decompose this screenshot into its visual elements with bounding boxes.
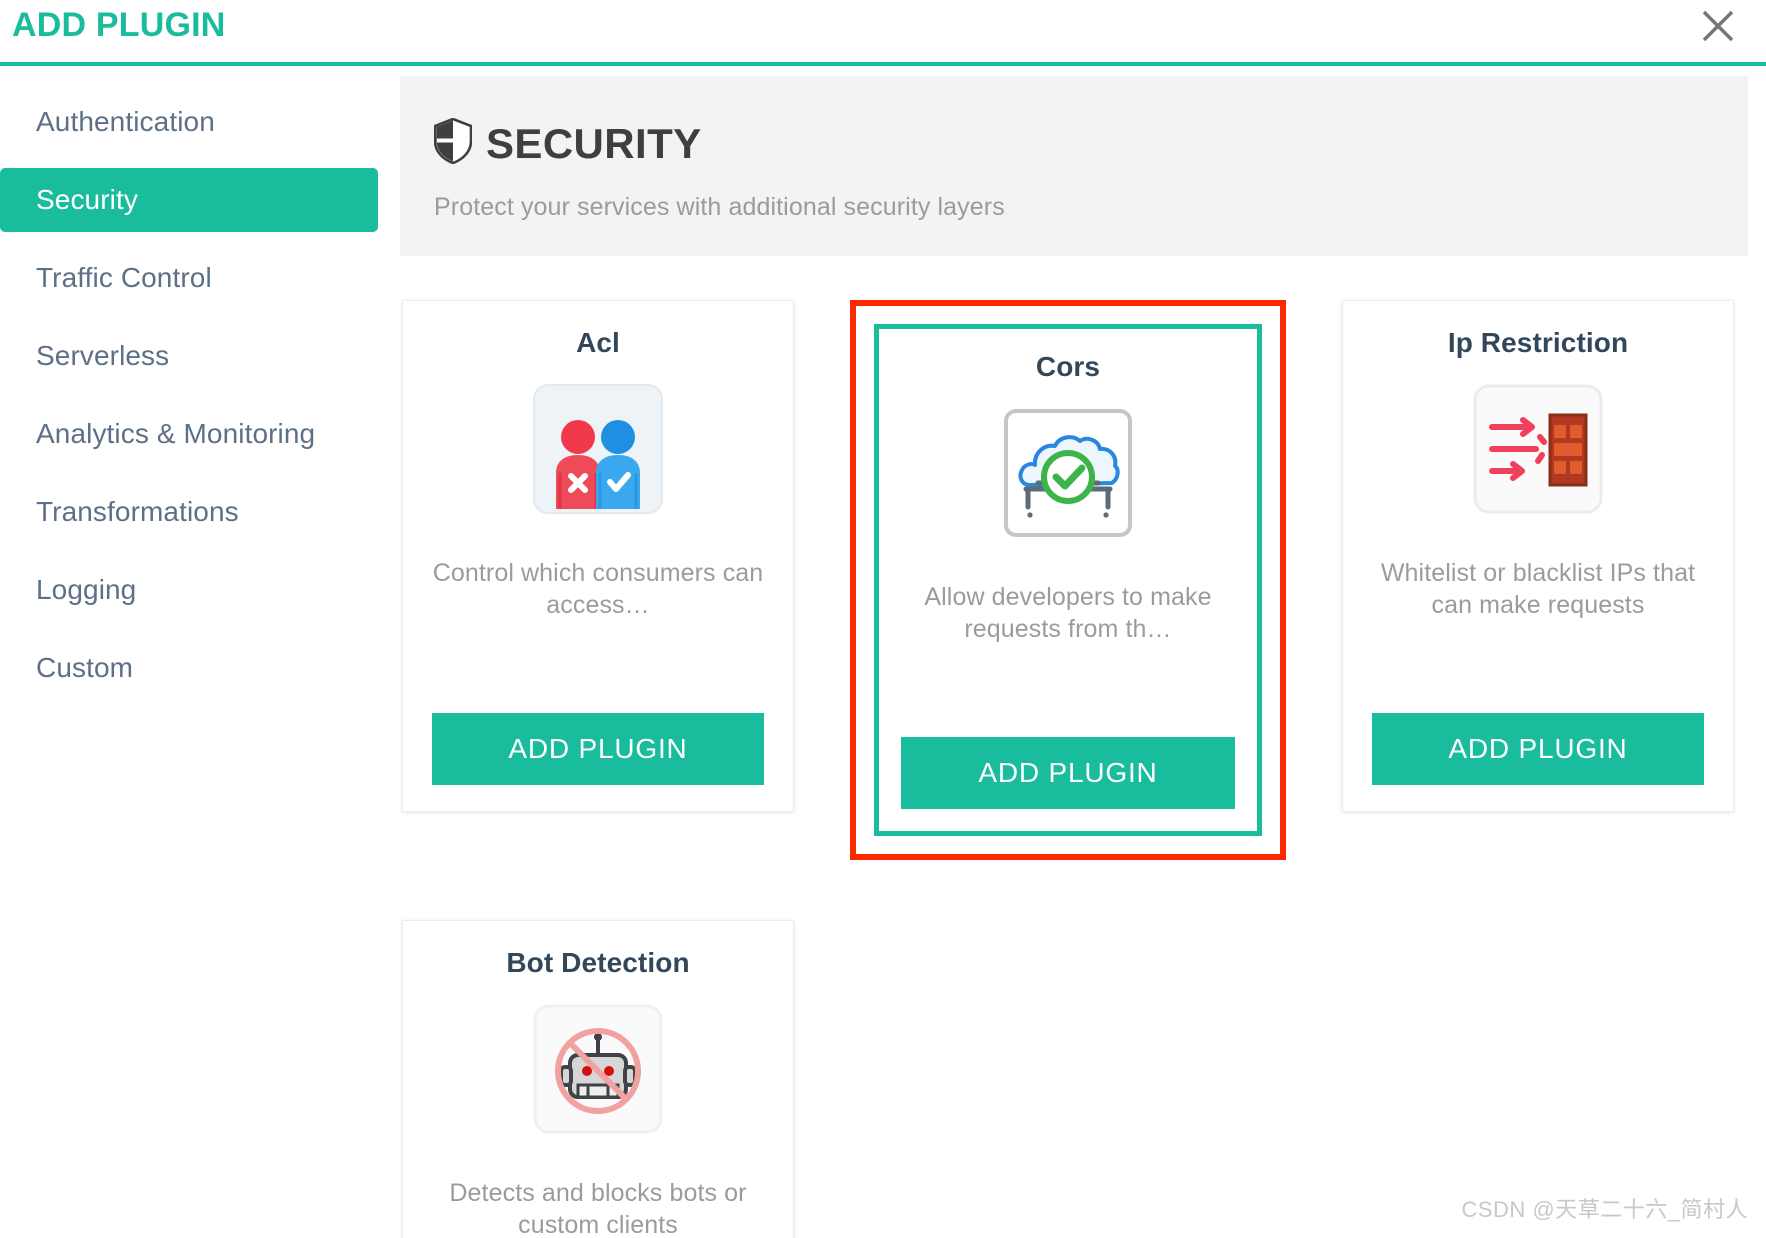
watermark: CSDN @天草二十六_简村人 <box>1461 1197 1748 1222</box>
plugin-card-title: Acl <box>576 327 620 358</box>
sidebar-item-label: Authentication <box>36 106 215 137</box>
category-sidebar: Authentication Security Traffic Control … <box>0 66 400 1238</box>
sidebar-item-label: Transformations <box>36 496 239 527</box>
page-title: ADD PLUGIN <box>12 6 226 44</box>
plugin-card-cors[interactable]: Cors Allow developers to make requests f… <box>874 324 1262 836</box>
plugin-card-slot-acl: Acl Control which consumers can access… … <box>402 300 794 860</box>
plugin-card-ip-restriction[interactable]: Ip Restriction Whitelist or blacklist IP… <box>1342 300 1734 812</box>
close-icon <box>1701 9 1735 43</box>
plugin-card-title: Bot Detection <box>506 947 690 978</box>
section-banner: SECURITY Protect your services with addi… <box>400 76 1748 256</box>
plugin-card-slot-ip-restriction: Ip Restriction Whitelist or blacklist IP… <box>1342 300 1734 860</box>
plugin-card-slot-cors-highlighted: Cors Allow developers to make requests f… <box>850 300 1286 860</box>
plugin-card-description: Control which consumers can access… <box>432 559 764 619</box>
plugin-card-description: Detects and blocks bots or custom client… <box>449 1179 747 1238</box>
cloud-check-icon <box>998 403 1138 543</box>
add-plugin-button-cors[interactable]: ADD PLUGIN <box>901 737 1235 809</box>
sidebar-item-label: Serverless <box>36 340 170 371</box>
sidebar-item-transformations[interactable]: Transformations <box>0 480 378 544</box>
sidebar-item-label: Custom <box>36 652 134 683</box>
close-button[interactable] <box>1692 0 1744 52</box>
sidebar-item-security[interactable]: Security <box>0 168 378 232</box>
banner-title: SECURITY <box>486 119 702 167</box>
banner-title-row: SECURITY <box>433 117 1748 169</box>
sidebar-item-analytics-monitoring[interactable]: Analytics & Monitoring <box>0 402 378 466</box>
plugin-card-bot-detection[interactable]: Bot Detection Detects and blocks bots or… <box>402 920 794 1238</box>
plugin-card-grid: Acl Control which consumers can access… … <box>400 300 1748 1238</box>
plugin-card-title: Ip Restriction <box>1447 327 1629 358</box>
modal-header: ADD PLUGIN <box>0 0 1766 66</box>
plugin-card-title: Cors <box>1035 351 1101 382</box>
sidebar-item-label: Analytics & Monitoring <box>36 418 316 449</box>
sidebar-item-authentication[interactable]: Authentication <box>0 90 378 154</box>
sidebar-item-logging[interactable]: Logging <box>0 558 378 622</box>
robot-blocked-icon <box>528 999 668 1139</box>
plugin-card-acl[interactable]: Acl Control which consumers can access… … <box>402 300 794 812</box>
add-plugin-button-ip-restriction[interactable]: ADD PLUGIN <box>1372 713 1704 785</box>
two-users-allow-deny-icon <box>528 379 668 519</box>
sidebar-item-label: Logging <box>36 574 137 605</box>
sidebar-item-serverless[interactable]: Serverless <box>0 324 378 388</box>
add-plugin-button-acl[interactable]: ADD PLUGIN <box>432 713 764 785</box>
plugin-card-description: Whitelist or blacklist IPs that can make… <box>1380 559 1696 619</box>
plugin-browser: SECURITY Protect your services with addi… <box>400 66 1766 1238</box>
sidebar-item-label: Traffic Control <box>36 262 212 293</box>
plugin-card-slot-bot-detection: Bot Detection Detects and blocks bots or… <box>402 920 794 1238</box>
sidebar-item-custom[interactable]: Custom <box>0 636 378 700</box>
modal-body: Authentication Security Traffic Control … <box>0 66 1766 1238</box>
banner-subtitle: Protect your services with additional se… <box>434 193 1005 221</box>
firewall-arrows-icon <box>1468 379 1608 519</box>
sidebar-item-traffic-control[interactable]: Traffic Control <box>0 246 378 310</box>
sidebar-item-label: Security <box>36 184 138 215</box>
plugin-card-description: Allow developers to make requests from t… <box>924 583 1212 643</box>
shield-icon <box>433 117 473 169</box>
